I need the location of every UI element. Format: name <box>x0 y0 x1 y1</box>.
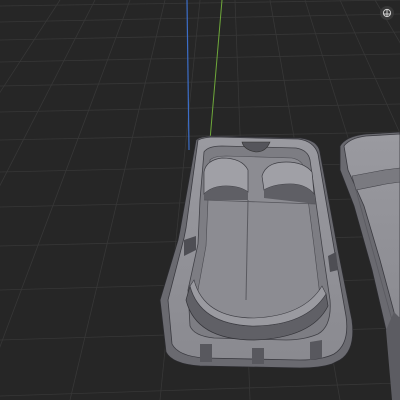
3d-viewport[interactable] <box>0 0 400 400</box>
phone-case-main[interactable] <box>159 135 354 369</box>
axis-gizmo-icon[interactable] <box>380 6 394 20</box>
phone-case-second[interactable] <box>339 131 400 400</box>
gizmo-glyph <box>382 8 392 18</box>
viewport-scene[interactable] <box>0 0 400 400</box>
y-axis-line <box>209 0 223 141</box>
